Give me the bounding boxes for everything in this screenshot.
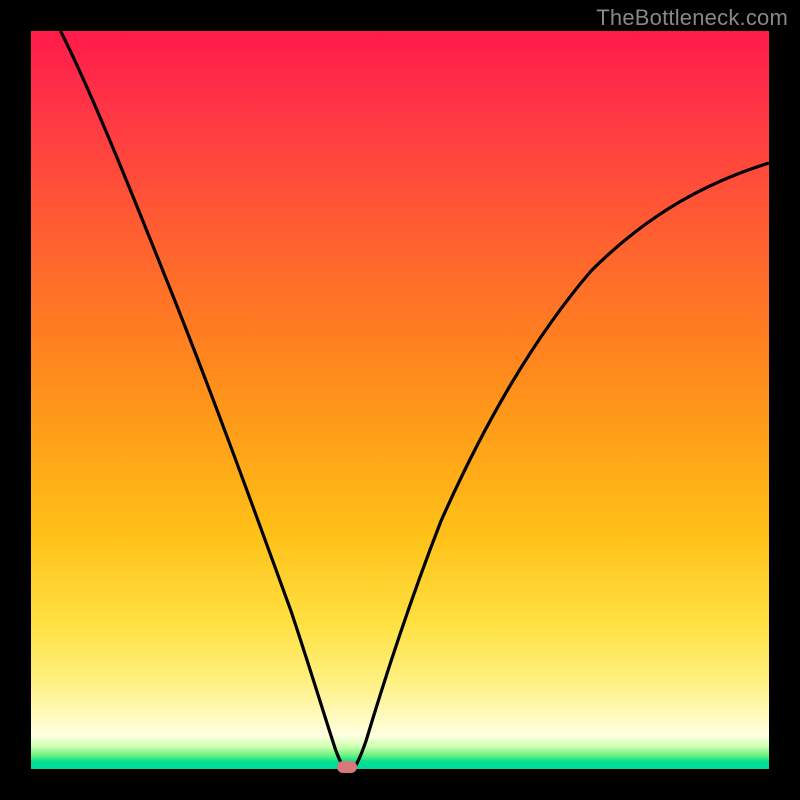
- bottleneck-curve: [31, 31, 769, 769]
- watermark-text: TheBottleneck.com: [596, 5, 788, 31]
- plot-area: [31, 31, 769, 769]
- optimal-point-marker: [337, 761, 357, 773]
- chart-frame: TheBottleneck.com: [0, 0, 800, 800]
- curve-path: [61, 31, 770, 769]
